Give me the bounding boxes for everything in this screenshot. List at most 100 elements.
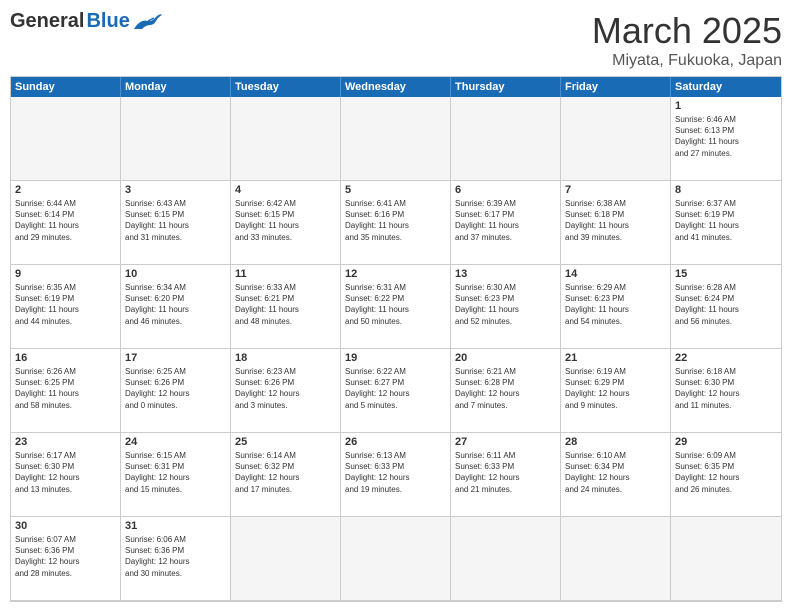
day-info: Sunrise: 6:35 AM Sunset: 6:19 PM Dayligh… (15, 282, 116, 327)
calendar-cell: 14 Sunrise: 6:29 AM Sunset: 6:23 PM Dayli… (561, 265, 671, 349)
calendar-cell: 18 Sunrise: 6:23 AM Sunset: 6:26 PM Dayli… (231, 349, 341, 433)
day-number: 18 (235, 352, 336, 364)
day-info: Sunrise: 6:23 AM Sunset: 6:26 PM Dayligh… (235, 366, 336, 411)
calendar-cell: 29 Sunrise: 6:09 AM Sunset: 6:35 PM Dayli… (671, 433, 781, 517)
calendar-cell: 5 Sunrise: 6:41 AM Sunset: 6:16 PM Daylig… (341, 181, 451, 265)
day-info: Sunrise: 6:13 AM Sunset: 6:33 PM Dayligh… (345, 450, 446, 495)
calendar-cell: 17Sunrise: 6:25 AM Sunset: 6:26 PM Dayli… (121, 349, 231, 433)
day-info: Sunrise: 6:14 AM Sunset: 6:32 PM Dayligh… (235, 450, 336, 495)
calendar-cell: 23Sunrise: 6:17 AM Sunset: 6:30 PM Dayli… (11, 433, 121, 517)
day-number: 15 (675, 268, 777, 280)
day-number: 30 (15, 520, 116, 532)
day-number: 22 (675, 352, 777, 364)
calendar-cell: 15 Sunrise: 6:28 AM Sunset: 6:24 PM Dayli… (671, 265, 781, 349)
calendar-cell (561, 97, 671, 181)
day-number: 6 (455, 184, 556, 196)
day-info: Sunrise: 6:34 AM Sunset: 6:20 PM Dayligh… (125, 282, 226, 327)
logo-bird-icon (132, 11, 164, 33)
calendar-cell: 31 Sunrise: 6:06 AM Sunset: 6:36 PM Dayli… (121, 517, 231, 601)
calendar-cell: 27 Sunrise: 6:11 AM Sunset: 6:33 PM Dayli… (451, 433, 561, 517)
day-number: 26 (345, 436, 446, 448)
day-number: 28 (565, 436, 666, 448)
day-info: Sunrise: 6:33 AM Sunset: 6:21 PM Dayligh… (235, 282, 336, 327)
subtitle: Miyata, Fukuoka, Japan (592, 52, 782, 70)
calendar-cell: 24 Sunrise: 6:15 AM Sunset: 6:31 PM Dayli… (121, 433, 231, 517)
day-number: 3 (125, 184, 226, 196)
calendar-cell: 11Sunrise: 6:33 AM Sunset: 6:21 PM Dayli… (231, 265, 341, 349)
calendar-cell (671, 517, 781, 601)
day-number: 2 (15, 184, 116, 196)
calendar-cell: 25Sunrise: 6:14 AM Sunset: 6:32 PM Dayli… (231, 433, 341, 517)
day-number: 29 (675, 436, 777, 448)
day-info: Sunrise: 6:44 AM Sunset: 6:14 PM Dayligh… (15, 198, 116, 243)
calendar-cell (561, 517, 671, 601)
calendar-cell: 10 Sunrise: 6:34 AM Sunset: 6:20 PM Dayli… (121, 265, 231, 349)
calendar-cell (231, 97, 341, 181)
calendar-cell: 1Sunrise: 6:46 AM Sunset: 6:13 PM Daylig… (671, 97, 781, 181)
weekday-header: Tuesday (231, 77, 341, 97)
calendar-cell: 26 Sunrise: 6:13 AM Sunset: 6:33 PM Dayli… (341, 433, 451, 517)
calendar-cell: 16 Sunrise: 6:26 AM Sunset: 6:25 PM Dayli… (11, 349, 121, 433)
calendar-cell: 28 Sunrise: 6:10 AM Sunset: 6:34 PM Dayli… (561, 433, 671, 517)
day-info: Sunrise: 6:37 AM Sunset: 6:19 PM Dayligh… (675, 198, 777, 243)
day-number: 14 (565, 268, 666, 280)
day-info: Sunrise: 6:10 AM Sunset: 6:34 PM Dayligh… (565, 450, 666, 495)
page: General Blue March 2025 Miyata, Fukuoka,… (0, 0, 792, 612)
calendar-cell (451, 97, 561, 181)
day-info: Sunrise: 6:09 AM Sunset: 6:35 PM Dayligh… (675, 450, 777, 495)
day-info: Sunrise: 6:19 AM Sunset: 6:29 PM Dayligh… (565, 366, 666, 411)
day-info: Sunrise: 6:46 AM Sunset: 6:13 PM Dayligh… (675, 114, 777, 159)
day-info: Sunrise: 6:28 AM Sunset: 6:24 PM Dayligh… (675, 282, 777, 327)
main-title: March 2025 (592, 10, 782, 52)
day-number: 10 (125, 268, 226, 280)
day-info: Sunrise: 6:41 AM Sunset: 6:16 PM Dayligh… (345, 198, 446, 243)
calendar-cell: 12Sunrise: 6:31 AM Sunset: 6:22 PM Dayli… (341, 265, 451, 349)
calendar-cell: 13Sunrise: 6:30 AM Sunset: 6:23 PM Dayli… (451, 265, 561, 349)
calendar-cell (231, 517, 341, 601)
day-number: 16 (15, 352, 116, 364)
weekday-header: Sunday (11, 77, 121, 97)
logo-blue-text: Blue (86, 10, 129, 33)
day-info: Sunrise: 6:06 AM Sunset: 6:36 PM Dayligh… (125, 534, 226, 579)
day-info: Sunrise: 6:43 AM Sunset: 6:15 PM Dayligh… (125, 198, 226, 243)
day-info: Sunrise: 6:29 AM Sunset: 6:23 PM Dayligh… (565, 282, 666, 327)
day-number: 27 (455, 436, 556, 448)
calendar-cell: 22Sunrise: 6:18 AM Sunset: 6:30 PM Dayli… (671, 349, 781, 433)
day-number: 9 (15, 268, 116, 280)
calendar-cell (11, 97, 121, 181)
day-info: Sunrise: 6:07 AM Sunset: 6:36 PM Dayligh… (15, 534, 116, 579)
day-info: Sunrise: 6:38 AM Sunset: 6:18 PM Dayligh… (565, 198, 666, 243)
calendar-cell: 9 Sunrise: 6:35 AM Sunset: 6:19 PM Daylig… (11, 265, 121, 349)
calendar-cell (121, 97, 231, 181)
day-info: Sunrise: 6:11 AM Sunset: 6:33 PM Dayligh… (455, 450, 556, 495)
day-number: 5 (345, 184, 446, 196)
day-info: Sunrise: 6:15 AM Sunset: 6:31 PM Dayligh… (125, 450, 226, 495)
day-number: 12 (345, 268, 446, 280)
calendar-header: SundayMondayTuesdayWednesdayThursdayFrid… (11, 77, 781, 97)
day-number: 21 (565, 352, 666, 364)
logo-general-text: General (10, 10, 84, 33)
calendar-cell: 7Sunrise: 6:38 AM Sunset: 6:18 PM Daylig… (561, 181, 671, 265)
day-info: Sunrise: 6:21 AM Sunset: 6:28 PM Dayligh… (455, 366, 556, 411)
weekday-header: Monday (121, 77, 231, 97)
day-number: 31 (125, 520, 226, 532)
calendar-body: 1Sunrise: 6:46 AM Sunset: 6:13 PM Daylig… (11, 97, 781, 601)
day-number: 24 (125, 436, 226, 448)
calendar: SundayMondayTuesdayWednesdayThursdayFrid… (10, 76, 782, 602)
day-number: 8 (675, 184, 777, 196)
day-number: 4 (235, 184, 336, 196)
day-info: Sunrise: 6:39 AM Sunset: 6:17 PM Dayligh… (455, 198, 556, 243)
calendar-cell (451, 517, 561, 601)
day-number: 17 (125, 352, 226, 364)
title-block: March 2025 Miyata, Fukuoka, Japan (592, 10, 782, 70)
weekday-header: Friday (561, 77, 671, 97)
day-info: Sunrise: 6:22 AM Sunset: 6:27 PM Dayligh… (345, 366, 446, 411)
day-number: 23 (15, 436, 116, 448)
day-info: Sunrise: 6:26 AM Sunset: 6:25 PM Dayligh… (15, 366, 116, 411)
header: General Blue March 2025 Miyata, Fukuoka,… (10, 10, 782, 70)
calendar-cell: 19Sunrise: 6:22 AM Sunset: 6:27 PM Dayli… (341, 349, 451, 433)
calendar-cell: 20Sunrise: 6:21 AM Sunset: 6:28 PM Dayli… (451, 349, 561, 433)
calendar-cell: 3 Sunrise: 6:43 AM Sunset: 6:15 PM Daylig… (121, 181, 231, 265)
calendar-cell: 2 Sunrise: 6:44 AM Sunset: 6:14 PM Daylig… (11, 181, 121, 265)
calendar-cell (341, 517, 451, 601)
